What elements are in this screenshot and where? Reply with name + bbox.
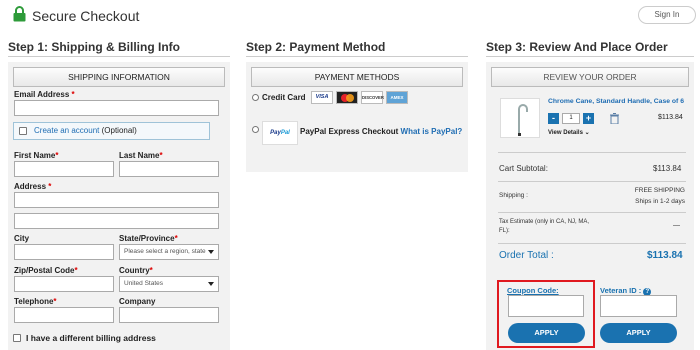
view-details-link[interactable]: View Details ⌄ <box>548 129 590 136</box>
telephone-field[interactable] <box>14 307 114 323</box>
amex-icon: AMEX <box>386 91 408 104</box>
last-name-field[interactable] <box>119 161 219 177</box>
shipping-time: Ships in 1-2 days <box>635 198 685 205</box>
veteran-id-input[interactable] <box>600 295 677 317</box>
zip-field[interactable] <box>14 276 114 292</box>
company-label: Company <box>119 297 156 306</box>
tax-estimate-value: — <box>673 222 680 229</box>
order-total-value: $113.84 <box>647 250 683 261</box>
city-field[interactable] <box>14 244 114 260</box>
cane-icon <box>518 104 528 136</box>
product-name-link[interactable]: Chrome Cane, Standard Handle, Case of 6 <box>548 98 684 105</box>
mastercard-icon <box>336 91 358 104</box>
tax-estimate-label: Tax Estimate (only in CA, NJ, MA, FL): <box>499 219 590 234</box>
state-label: State/Province* <box>119 234 178 243</box>
discover-icon: DISCOVER <box>361 91 384 104</box>
order-total-label: Order Total : <box>499 250 554 261</box>
coupon-code-label: Coupon Code: <box>507 286 559 295</box>
credit-card-radio[interactable] <box>252 94 259 101</box>
sign-in-button[interactable]: Sign In <box>638 6 696 24</box>
item-price: $113.84 <box>658 114 683 121</box>
different-billing-label: I have a different billing address <box>26 333 156 343</box>
chevron-down-icon <box>208 250 214 254</box>
payment-panel: PAYMENT METHODS <box>246 62 468 172</box>
state-select[interactable]: Please select a region, state <box>119 244 219 260</box>
paypal-radio[interactable] <box>252 126 259 133</box>
first-name-label: First Name* <box>14 151 59 160</box>
step1-divider <box>8 56 230 57</box>
step1-title: Step 1: Shipping & Billing Info <box>8 40 180 54</box>
decrease-quantity-button[interactable]: - <box>548 113 559 124</box>
paypal-label: PayPal Express Checkout <box>300 127 399 136</box>
shipping-information-button[interactable]: SHIPPING INFORMATION <box>13 67 225 87</box>
address-line1-field[interactable] <box>14 192 219 208</box>
telephone-label: Telephone* <box>14 297 57 306</box>
quantity-input[interactable]: 1 <box>562 113 580 124</box>
city-label: City <box>14 234 30 243</box>
step3-divider <box>486 56 694 57</box>
shipping-label: Shipping : <box>499 192 528 199</box>
create-account-link[interactable]: Create an account <box>34 126 99 135</box>
shipping-value: FREE SHIPPING <box>634 187 685 194</box>
country-select[interactable]: United States <box>119 276 219 292</box>
step2-divider <box>246 56 468 57</box>
company-field[interactable] <box>119 307 219 323</box>
increase-quantity-button[interactable]: + <box>583 113 594 124</box>
what-is-paypal-link[interactable]: What is PayPal? <box>401 127 463 136</box>
review-order-button[interactable]: REVIEW YOUR ORDER <box>491 67 689 87</box>
step3-title: Step 3: Review And Place Order <box>486 40 668 54</box>
divider <box>498 152 686 153</box>
chevron-down-icon <box>208 282 214 286</box>
email-field[interactable] <box>14 100 219 116</box>
optional-label: (Optional) <box>101 126 137 135</box>
divider <box>498 212 686 213</box>
trash-icon[interactable] <box>610 113 619 124</box>
lock-icon <box>13 6 26 22</box>
country-label: Country* <box>119 266 153 275</box>
cart-subtotal-value: $113.84 <box>653 164 682 173</box>
cart-subtotal-label: Cart Subtotal: <box>499 164 548 173</box>
header-bar: Secure Checkout Sign In <box>0 0 700 32</box>
email-label: Email Address * <box>14 90 75 99</box>
create-account-checkbox[interactable] <box>19 127 27 135</box>
paypal-logo-icon: PayPal <box>262 121 298 145</box>
step2-title: Step 2: Payment Method <box>246 40 386 54</box>
apply-coupon-button[interactable]: APPLY <box>508 323 585 343</box>
credit-card-label: Credit Card <box>262 93 306 102</box>
visa-icon: VISA <box>311 91 333 104</box>
last-name-label: Last Name* <box>119 151 163 160</box>
payment-methods-button[interactable]: PAYMENT METHODS <box>251 67 463 87</box>
create-account-box: Create an account (Optional) <box>13 122 210 140</box>
product-image <box>500 98 540 138</box>
zip-label: Zip/Postal Code* <box>14 266 78 275</box>
divider <box>498 243 686 244</box>
first-name-field[interactable] <box>14 161 114 177</box>
address-line2-field[interactable] <box>14 213 219 229</box>
coupon-code-input[interactable] <box>508 295 584 317</box>
address-label: Address * <box>14 182 52 191</box>
different-billing-checkbox[interactable] <box>13 334 21 342</box>
apply-veteran-button[interactable]: APPLY <box>600 323 677 343</box>
page-title: Secure Checkout <box>32 8 140 24</box>
divider <box>498 181 686 182</box>
chevron-down-icon: ⌄ <box>584 130 590 136</box>
